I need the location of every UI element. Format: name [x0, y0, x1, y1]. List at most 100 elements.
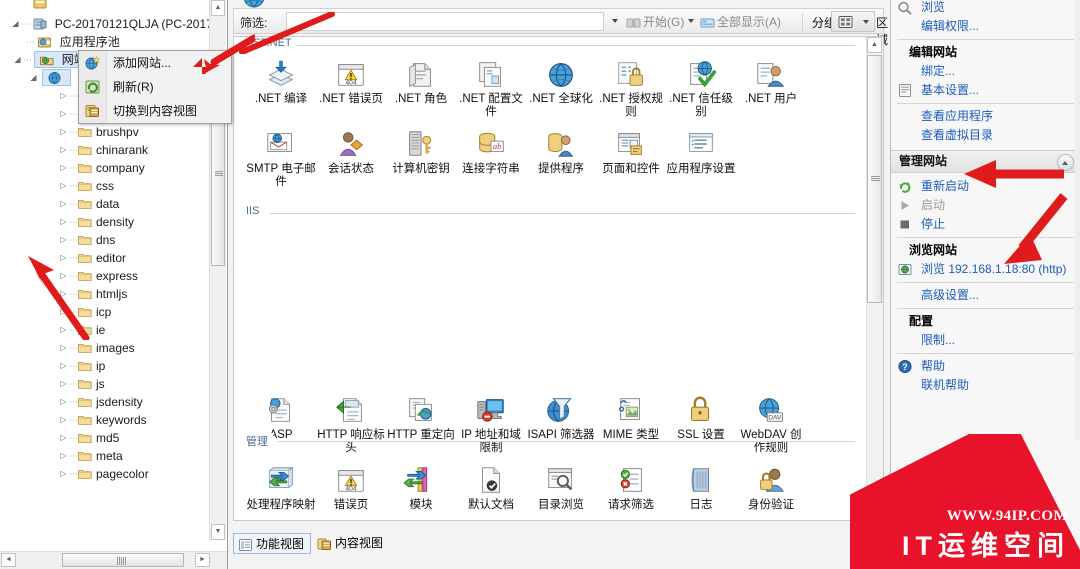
tab-content-view[interactable]: 内容视图: [313, 533, 389, 554]
feature-tile[interactable]: .NET 配置文件: [456, 55, 526, 119]
feature-tile[interactable]: 日志: [666, 461, 736, 512]
expander-icon[interactable]: ▷: [58, 231, 69, 249]
expander-icon[interactable]: ▷: [58, 375, 69, 393]
feature-tile[interactable]: .NET 编译: [246, 55, 316, 106]
tree-folder-item[interactable]: ▷ ⋯ data: [6, 194, 209, 212]
asp-icon: [246, 391, 316, 429]
action-online-help[interactable]: 联机帮助: [891, 376, 1080, 395]
feature-tile[interactable]: 计算机密钥: [386, 125, 456, 176]
expander-icon[interactable]: ▷: [58, 213, 69, 231]
feature-tile[interactable]: 404 .NET 错误页: [316, 55, 386, 106]
hscroll-thumb[interactable]: [62, 553, 184, 567]
tree-folder-item[interactable]: ▷ ⋯ keywords: [6, 410, 209, 428]
expander-icon[interactable]: ◢: [12, 51, 23, 69]
feature-tile[interactable]: 404 错误页: [316, 461, 386, 512]
view-mode-button[interactable]: [831, 11, 875, 32]
expander-icon[interactable]: ▷: [58, 393, 69, 411]
feature-tile[interactable]: 处理程序映射: [246, 461, 316, 512]
action-view-virtual-directories[interactable]: 查看虚拟目录: [891, 126, 1080, 145]
expander-icon[interactable]: ▷: [58, 447, 69, 465]
action-limits[interactable]: 限制...: [891, 331, 1080, 350]
chevron-right-icon: ►: [199, 556, 206, 563]
feature-tile[interactable]: 提供程序: [526, 125, 596, 176]
expander-icon[interactable]: ▷: [58, 141, 69, 159]
expander-icon[interactable]: ▷: [58, 177, 69, 195]
expander-icon[interactable]: ▷: [58, 339, 69, 357]
feature-tile[interactable]: 请求筛选: [596, 461, 666, 512]
action-help[interactable]: ? 帮助: [891, 357, 1080, 376]
expander-icon[interactable]: ▷: [58, 357, 69, 375]
scroll-right-button[interactable]: ►: [195, 553, 210, 567]
expander-icon[interactable]: ◢: [28, 69, 39, 87]
tree-folder-item[interactable]: ▷ ⋯ jsdensity: [6, 392, 209, 410]
action-start-label: 启动: [921, 198, 946, 212]
tree-root-server[interactable]: ◢⋯ PC-20170121QLJA (PC-201701 ▲: [6, 14, 226, 33]
feature-tile[interactable]: .NET 信任级别: [666, 55, 736, 119]
expander-icon[interactable]: ▷: [58, 411, 69, 429]
action-browse[interactable]: 浏览: [891, 0, 1080, 17]
go-button[interactable]: 开始(G): [626, 13, 684, 32]
tree-folder-item[interactable]: ▷ ⋯ js: [6, 374, 209, 392]
context-menu-item-refresh[interactable]: 刷新(R): [79, 75, 231, 99]
browse-icon: [897, 0, 913, 15]
scroll-up-button[interactable]: ▲: [211, 0, 225, 16]
expander-icon[interactable]: ▷: [58, 429, 69, 447]
tree-folder-item[interactable]: ▷ ⋯ density: [6, 212, 209, 230]
show-all-button-label: 全部显示(A): [717, 15, 781, 29]
filter-dropdown-caret-icon[interactable]: [612, 19, 618, 23]
tree-folder-item[interactable]: ▷ ⋯ ip: [6, 356, 209, 374]
feature-tile[interactable]: SMTP 电子邮件: [246, 125, 316, 189]
tree-folder-item[interactable]: ▷ ⋯ company: [6, 158, 209, 176]
view-mode-caret-icon[interactable]: [863, 20, 869, 24]
expander-icon[interactable]: ▷: [58, 123, 69, 141]
feature-tile[interactable]: .NET 角色: [386, 55, 456, 106]
scroll-down-button[interactable]: ▼: [211, 524, 225, 540]
action-basic-settings[interactable]: 基本设置...: [891, 81, 1080, 100]
feature-tile[interactable]: 页面和控件: [596, 125, 666, 176]
view-tabs[interactable]: 功能视图 内容视图: [233, 533, 884, 555]
feature-tile[interactable]: 会话状态: [316, 125, 386, 176]
tab-features-view[interactable]: 功能视图: [233, 533, 312, 554]
tree-folder-item[interactable]: ▷ ⋯ pagecolor: [6, 464, 209, 482]
tree-item-app-pools[interactable]: ⋯ 应用程序池: [6, 32, 209, 50]
tree-folder-item[interactable]: ▷ ⋯ chinarank: [6, 140, 209, 158]
error-pages-icon: 404: [316, 461, 386, 499]
expander-icon[interactable]: ▷: [58, 465, 69, 483]
action-bindings[interactable]: 绑定...: [891, 62, 1080, 81]
scroll-left-button[interactable]: ◄: [1, 553, 16, 567]
action-view-applications[interactable]: 查看应用程序: [891, 107, 1080, 126]
expander-icon[interactable]: ▷: [58, 105, 69, 123]
content-scroll-up-button[interactable]: ▲: [867, 37, 882, 53]
feature-tile[interactable]: 身份验证: [736, 461, 806, 512]
expander-icon[interactable]: ▷: [58, 159, 69, 177]
actions-scroll-indicator[interactable]: [1075, 0, 1080, 440]
feature-tile[interactable]: 默认文档: [456, 461, 526, 512]
feature-tile-label: 身份验证: [748, 499, 794, 511]
tree-horizontal-scrollbar[interactable]: ◄ ►: [0, 551, 227, 569]
show-all-button[interactable]: 全部显示(A): [700, 13, 781, 32]
feature-tile[interactable]: .NET 用户: [736, 55, 806, 106]
feature-tile[interactable]: ab 连接字符串: [456, 125, 526, 176]
tree-folder-item[interactable]: ▷ ⋯ images: [6, 338, 209, 356]
expander-icon[interactable]: ▷: [58, 195, 69, 213]
tree-item-website-selected[interactable]: [42, 69, 72, 86]
expander-icon[interactable]: ▷: [58, 87, 69, 105]
tree-folder-item[interactable]: ▷ ⋯ brushpv: [6, 122, 209, 140]
feature-tile[interactable]: 目录浏览: [526, 461, 596, 512]
content-scroll-thumb[interactable]: [867, 55, 882, 303]
feature-tile[interactable]: 应用程序设置: [666, 125, 736, 176]
feature-tile[interactable]: 模块: [386, 461, 456, 512]
tree-folder-label: pagecolor: [96, 466, 149, 481]
tree-folder-item[interactable]: ▷ ⋯ dns: [6, 230, 209, 248]
feature-tile[interactable]: .NET 全球化: [526, 55, 596, 106]
feature-tile[interactable]: .NET 授权规则: [596, 55, 666, 119]
expander-icon[interactable]: ◢: [10, 15, 21, 33]
tree-folder-item[interactable]: ▷ ⋯ css: [6, 176, 209, 194]
action-advanced-settings[interactable]: 高级设置...: [891, 286, 1080, 305]
action-edit-permissions[interactable]: 编辑权限...: [891, 17, 1080, 36]
go-dropdown-caret-icon[interactable]: [688, 19, 694, 23]
context-menu-item-switch-content-view[interactable]: 切换到内容视图: [79, 99, 231, 123]
tree-folder-item[interactable]: ▷ ⋯ md5: [6, 428, 209, 446]
tree-folder-item[interactable]: ▷ ⋯ meta: [6, 446, 209, 464]
toolbar-separator: [802, 13, 803, 31]
